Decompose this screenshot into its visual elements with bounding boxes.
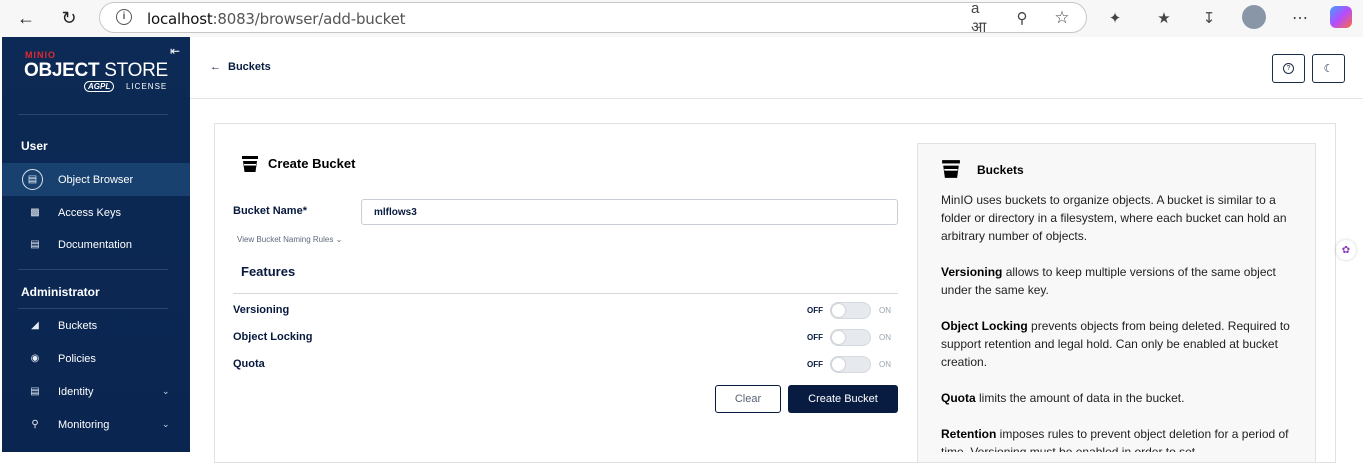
copilot-icon[interactable] [1330, 6, 1352, 28]
bucket-icon [242, 156, 258, 172]
bucket-name-label: Bucket Name* [233, 205, 307, 217]
sidebar-item-access-keys[interactable]: ▩ Access Keys [2, 196, 190, 229]
object-locking-label: Object Locking [233, 331, 313, 343]
extensions-icon[interactable]: ✦ [1105, 8, 1125, 28]
monitoring-icon: ⚲ [31, 419, 39, 430]
reload-icon[interactable]: ↻ [58, 7, 80, 29]
clear-button[interactable]: Clear [715, 385, 781, 413]
sidebar-assistant-icon[interactable]: ✿ [1336, 240, 1356, 260]
sidebar-section-user: User [21, 139, 48, 153]
info-icon[interactable]: i [116, 9, 132, 25]
sidebar-divider [18, 114, 168, 115]
quota-label: Quota [233, 358, 265, 370]
features-divider [233, 293, 898, 294]
brand-agpl-badge: AGPL [84, 81, 115, 92]
form-title: Create Bucket [268, 156, 356, 171]
sidebar-item-label: Object Browser [58, 173, 134, 186]
sidebar-item-identity[interactable]: ▤ Identity ⌄ [2, 375, 190, 408]
toggle-on-label: ON [879, 360, 891, 369]
key-icon: ▩ [30, 207, 40, 218]
sidebar-section-administrator: Administrator [21, 285, 100, 299]
address-bar[interactable]: i localhost:8083/browser/add-bucket [99, 2, 1087, 33]
profile-avatar[interactable] [1242, 5, 1266, 29]
sidebar-item-object-browser[interactable]: ▤ Object Browser [2, 163, 190, 196]
create-bucket-button[interactable]: Create Bucket [788, 385, 898, 413]
versioning-label: Versioning [233, 304, 290, 316]
sidebar-item-label: Documentation [58, 238, 132, 251]
help-object-locking: Object Locking prevents objects from bei… [941, 319, 1290, 369]
toggle-knob [832, 304, 845, 317]
downloads-icon[interactable]: ↧ [1199, 8, 1219, 28]
chevron-down-icon: ⌄ [162, 419, 170, 429]
url-text: localhost:8083/browser/add-bucket [147, 10, 406, 28]
object-locking-toggle[interactable] [830, 329, 871, 346]
more-menu-icon[interactable]: ⋯ [1290, 8, 1310, 28]
favorite-star-icon[interactable]: ☆ [1052, 8, 1072, 28]
sidebar-item-monitoring[interactable]: ⚲ Monitoring ⌄ [2, 408, 190, 441]
header-divider [190, 98, 1363, 99]
toggle-off-label: OFF [807, 333, 823, 342]
brand-license: LICENSE [126, 82, 168, 91]
brand-object-store: OBJECT STORE [24, 60, 168, 81]
collapse-sidebar-icon[interactable]: ⇤ [170, 44, 180, 58]
toggle-on-label: ON [879, 333, 891, 342]
toggle-on-label: ON [879, 306, 891, 315]
brand-minio: MINIO [25, 50, 56, 60]
features-heading: Features [241, 264, 296, 279]
help-versioning: Versioning allows to keep multiple versi… [941, 265, 1276, 297]
chevron-down-icon: ⌄ [162, 386, 170, 396]
sidebar-item-policies[interactable]: ◉ Policies [2, 342, 190, 375]
toggle-knob [832, 331, 845, 344]
sidebar-item-label: Identity [58, 385, 94, 398]
back-to-buckets-link[interactable]: ← Buckets [210, 61, 271, 73]
sidebar-item-label: Buckets [58, 319, 98, 332]
naming-rules-link[interactable]: View Bucket Naming Rules ⌄ [237, 235, 342, 244]
bucket-icon [942, 160, 960, 178]
sidebar-item-documentation[interactable]: ▤ Documentation [2, 228, 190, 261]
toggle-off-label: OFF [807, 306, 823, 315]
chevron-down-icon: ⌄ [335, 235, 343, 244]
help-retention: Retention imposes rules to prevent objec… [941, 427, 1289, 452]
toggle-off-label: OFF [807, 360, 823, 369]
bucket-icon: ◢ [31, 320, 39, 331]
toggle-knob [832, 358, 845, 371]
help-intro: MinIO uses buckets to organize objects. … [941, 193, 1287, 243]
identity-icon: ▤ [30, 386, 40, 397]
help-button[interactable]: ? [1272, 54, 1305, 83]
read-aloud-icon[interactable]: a​आ [971, 0, 991, 36]
browser-toolbar: ← ↻ i localhost:8083/browser/add-bucket … [0, 0, 1363, 37]
versioning-toggle[interactable] [830, 302, 871, 319]
bucket-name-input[interactable]: mlflows3 [361, 199, 898, 225]
shield-icon: ◉ [30, 353, 40, 364]
moon-icon: ☾ [1323, 63, 1334, 75]
document-icon: ▤ [30, 239, 40, 250]
back-arrow-icon: ← [210, 61, 221, 73]
question-icon: ? [1283, 63, 1294, 74]
help-quota: Quota limits the amount of data in the b… [941, 391, 1185, 405]
sidebar-item-buckets[interactable]: ◢ Buckets [2, 309, 190, 342]
quota-toggle[interactable] [830, 356, 871, 373]
favorites-icon[interactable]: ★ [1154, 8, 1174, 28]
back-arrow-icon[interactable]: ← [15, 7, 37, 29]
help-title: Buckets [977, 163, 1024, 177]
zoom-icon[interactable]: ⚲ [1012, 8, 1032, 28]
sidebar-item-label: Policies [58, 352, 96, 365]
sidebar-item-label: Access Keys [58, 206, 121, 219]
sidebar-item-label: Monitoring [58, 418, 110, 431]
sidebar-divider [18, 269, 168, 270]
dark-mode-button[interactable]: ☾ [1312, 54, 1345, 83]
object-browser-icon: ▤ [22, 169, 43, 190]
